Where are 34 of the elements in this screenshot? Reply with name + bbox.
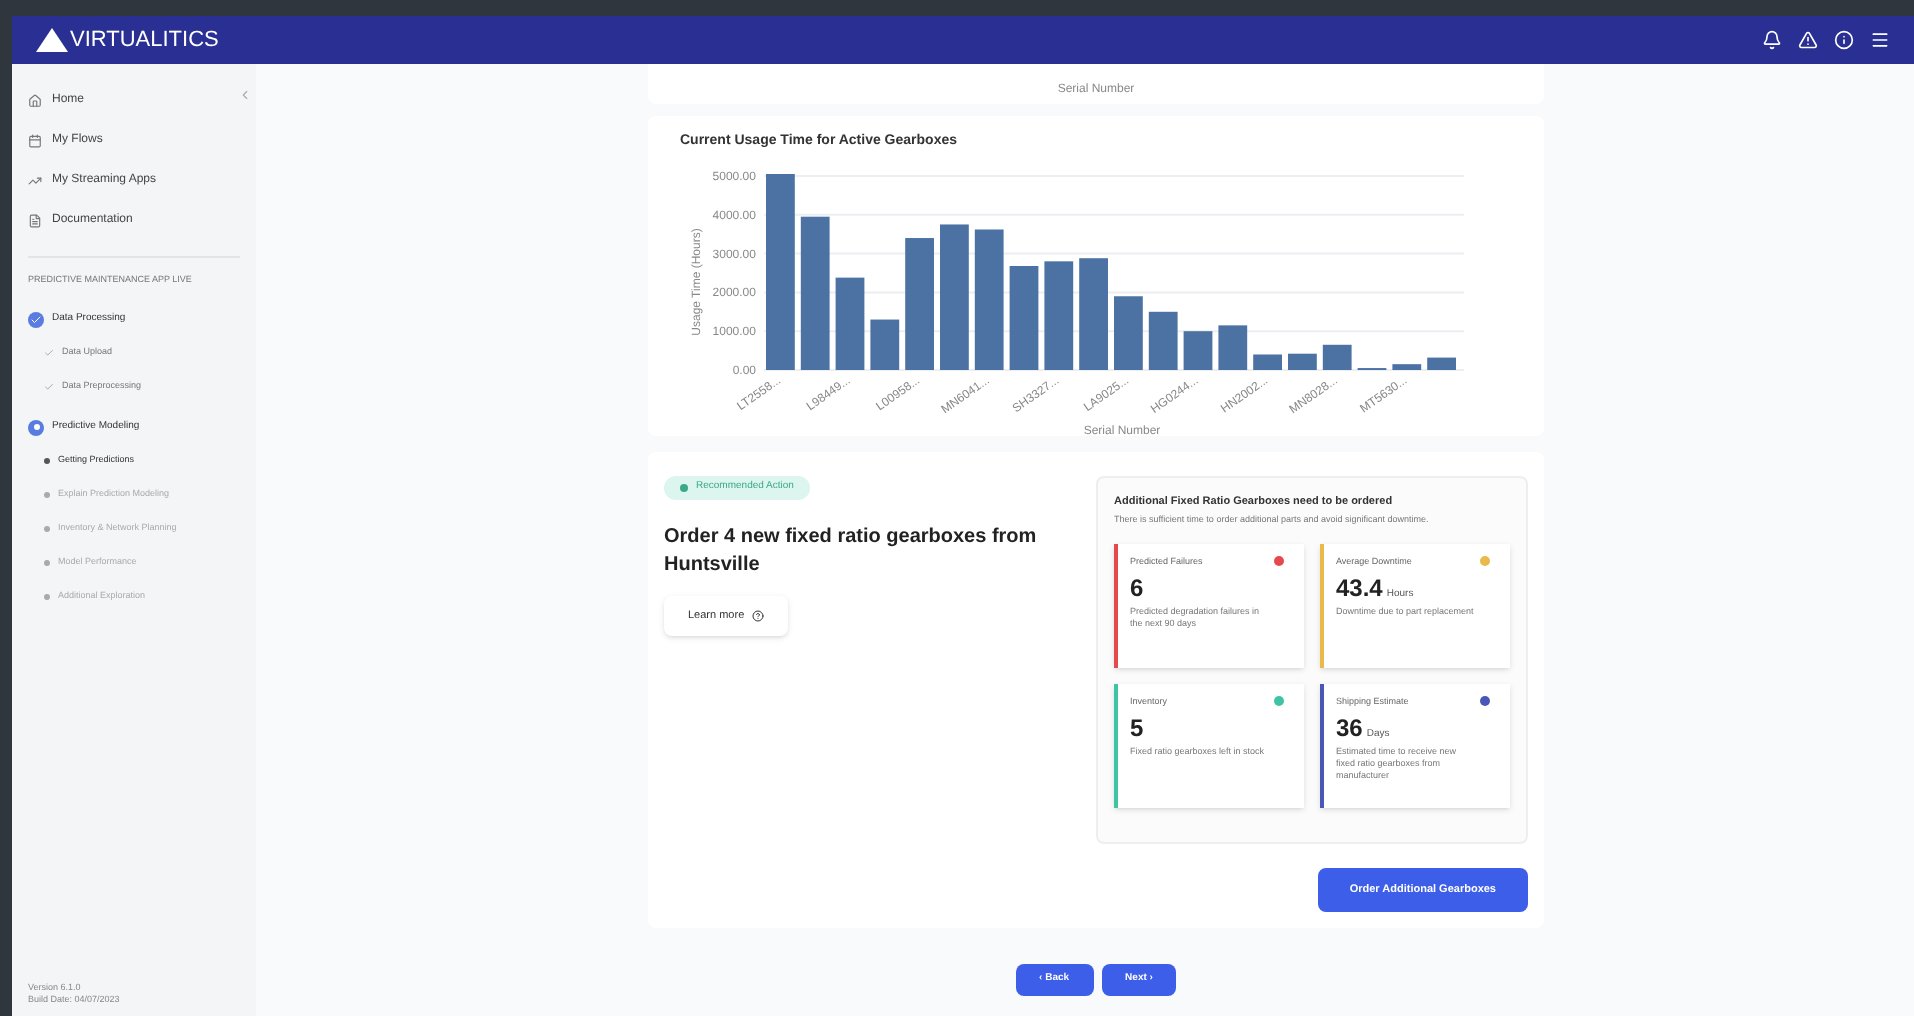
bar bbox=[1114, 295, 1143, 369]
bar bbox=[905, 237, 934, 369]
info-icon[interactable] bbox=[1834, 30, 1854, 50]
bar bbox=[974, 228, 1004, 369]
bar bbox=[1392, 363, 1422, 369]
brand-name: VIRTUALITICS bbox=[70, 25, 219, 56]
menu-icon[interactable] bbox=[1870, 30, 1890, 50]
recommendation-title: Order 4 new fixed ratio gearboxes from Huntsville bbox=[664, 523, 1039, 579]
metric-value: 6 bbox=[1130, 571, 1144, 606]
bar bbox=[1044, 260, 1074, 369]
metric-value: 5 bbox=[1130, 711, 1144, 746]
check-icon bbox=[44, 347, 54, 358]
bar bbox=[870, 318, 900, 369]
calendar-icon bbox=[28, 133, 42, 147]
home-icon bbox=[28, 93, 42, 107]
check-icon bbox=[44, 381, 54, 392]
bar bbox=[1218, 324, 1248, 369]
help-icon bbox=[752, 609, 765, 622]
bar bbox=[1183, 330, 1213, 369]
bar bbox=[1009, 265, 1039, 369]
bar bbox=[1253, 353, 1282, 369]
bar bbox=[1288, 352, 1317, 369]
logo-icon bbox=[36, 28, 68, 52]
bar bbox=[1322, 343, 1352, 369]
trend-line-icon bbox=[28, 173, 42, 187]
bar bbox=[1148, 310, 1178, 369]
metric-value: 43.4 bbox=[1336, 571, 1383, 606]
document-icon bbox=[28, 213, 42, 227]
warning-icon[interactable] bbox=[1798, 30, 1818, 50]
bar bbox=[835, 276, 865, 369]
notification-icon[interactable] bbox=[1762, 30, 1782, 50]
bar bbox=[1427, 356, 1456, 369]
bar bbox=[1079, 257, 1108, 369]
metric-value: 36 bbox=[1336, 711, 1363, 746]
